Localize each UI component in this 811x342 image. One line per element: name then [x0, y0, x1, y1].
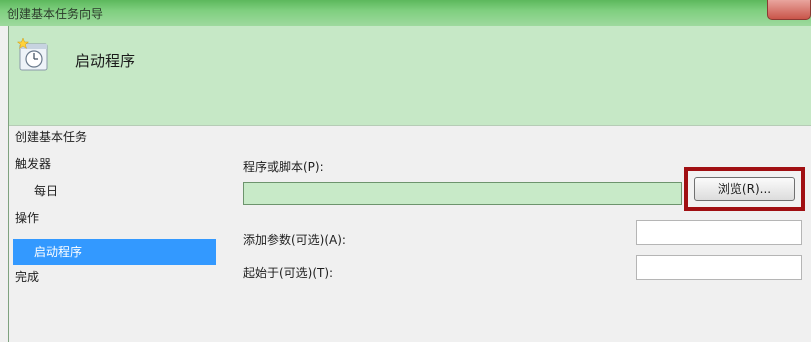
sidebar-item-trigger[interactable]: 触发器	[15, 153, 51, 175]
close-button[interactable]	[767, 0, 811, 20]
program-label: 程序或脚本(P):	[243, 160, 324, 174]
browse-highlight-box: 浏览(R)...	[684, 167, 805, 211]
task-clock-icon	[17, 38, 48, 71]
arguments-label: 添加参数(可选)(A):	[243, 233, 346, 247]
sidebar-item-daily[interactable]: 每日	[34, 180, 58, 202]
browse-button[interactable]: 浏览(R)...	[694, 177, 795, 201]
start-in-label: 起始于(可选)(T):	[243, 266, 334, 280]
sidebar-item-create-basic-task[interactable]: 创建基本任务	[15, 126, 87, 148]
wizard-window: 启动程序 创建基本任务 触发器 每日 操作 启动程序 完成 程序或脚本(P): …	[8, 26, 811, 342]
sidebar-item-start-program[interactable]: 启动程序	[13, 239, 216, 265]
sidebar-item-label: 启动程序	[34, 245, 83, 259]
arguments-input[interactable]	[636, 220, 802, 245]
program-input[interactable]	[243, 182, 682, 205]
wizard-header: 启动程序	[9, 26, 811, 126]
page-title: 启动程序	[75, 52, 136, 70]
sidebar-item-action[interactable]: 操作	[15, 207, 39, 229]
start-in-input[interactable]	[636, 255, 802, 280]
window-title: 创建基本任务向导	[7, 7, 104, 21]
sidebar-item-finish[interactable]: 完成	[15, 266, 39, 288]
window-titlebar: 创建基本任务向导	[0, 0, 811, 26]
